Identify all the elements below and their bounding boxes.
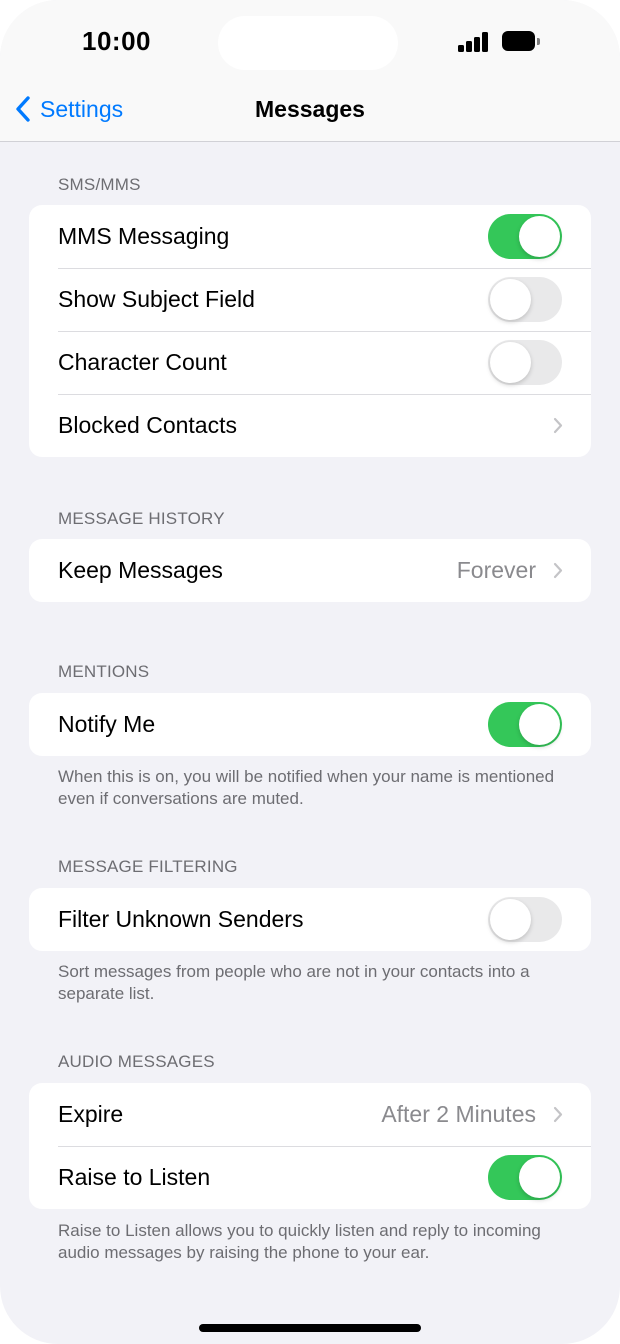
row-label: MMS Messaging <box>58 223 230 249</box>
section-header-message-history: MESSAGE HISTORY <box>58 509 225 528</box>
status-time: 10:00 <box>82 26 151 56</box>
mms-messaging-toggle[interactable] <box>488 214 562 259</box>
row-label: Show Subject Field <box>58 286 255 312</box>
row-blocked-contacts[interactable]: Blocked Contacts <box>29 394 591 457</box>
signal-icon <box>458 32 492 52</box>
chevron-right-icon <box>553 417 563 434</box>
character-count-toggle[interactable] <box>488 340 562 385</box>
row-label: Raise to Listen <box>58 1164 211 1190</box>
toggle-knob <box>519 216 560 257</box>
raise-to-listen-toggle[interactable] <box>488 1155 562 1200</box>
chevron-right-icon <box>553 1106 563 1123</box>
toggle-knob <box>519 1157 560 1198</box>
section-header-sms-mms: SMS/MMS <box>58 175 141 194</box>
row-show-subject-field[interactable]: Show Subject Field <box>29 268 591 331</box>
row-label: Blocked Contacts <box>58 412 237 438</box>
group-message-history: Keep Messages Forever <box>29 539 591 602</box>
group-message-filtering: Filter Unknown Senders <box>29 888 591 951</box>
toggle-knob <box>490 342 531 383</box>
group-sms-mms: MMS Messaging Show Subject Field Charact… <box>29 205 591 457</box>
section-header-audio-messages: AUDIO MESSAGES <box>58 1052 215 1071</box>
section-header-message-filtering: MESSAGE FILTERING <box>58 857 238 876</box>
toggle-knob <box>490 899 531 940</box>
filtering-footer: Sort messages from people who are not in… <box>58 962 530 1003</box>
phone-screen: 10:00 Settings Messages SMS/MMS MMS Mess… <box>0 0 620 1344</box>
battery-icon <box>502 31 540 51</box>
page-title: Messages <box>255 96 365 122</box>
toggle-knob <box>490 279 531 320</box>
row-label: Filter Unknown Senders <box>58 906 304 932</box>
row-raise-to-listen[interactable]: Raise to Listen <box>29 1146 591 1209</box>
mentions-footer: When this is on, you will be notified wh… <box>58 767 555 808</box>
audio-footer: Raise to Listen allows you to quickly li… <box>58 1221 541 1262</box>
row-label: Character Count <box>58 349 227 375</box>
home-indicator[interactable] <box>199 1324 421 1332</box>
row-character-count[interactable]: Character Count <box>29 331 591 394</box>
row-keep-messages[interactable]: Keep Messages Forever <box>29 539 591 602</box>
row-filter-unknown-senders[interactable]: Filter Unknown Senders <box>29 888 591 951</box>
chevron-right-icon <box>553 562 563 579</box>
row-label: Keep Messages <box>58 557 223 583</box>
dynamic-island <box>218 16 398 70</box>
filter-unknown-senders-toggle[interactable] <box>488 897 562 942</box>
row-expire[interactable]: Expire After 2 Minutes <box>29 1083 591 1146</box>
show-subject-field-toggle[interactable] <box>488 277 562 322</box>
toggle-knob <box>519 704 560 745</box>
row-mms-messaging[interactable]: MMS Messaging <box>29 205 591 268</box>
notify-me-toggle[interactable] <box>488 702 562 747</box>
section-header-mentions: MENTIONS <box>58 662 150 681</box>
row-value: After 2 Minutes <box>381 1101 536 1127</box>
row-label: Expire <box>58 1101 124 1127</box>
navigation-bar: Settings Messages <box>0 74 620 142</box>
row-label: Notify Me <box>58 711 156 737</box>
group-mentions: Notify Me <box>29 693 591 756</box>
group-audio-messages: Expire After 2 Minutes Raise to Listen <box>29 1083 591 1209</box>
row-value: Forever <box>456 557 536 583</box>
row-notify-me[interactable]: Notify Me <box>29 693 591 756</box>
